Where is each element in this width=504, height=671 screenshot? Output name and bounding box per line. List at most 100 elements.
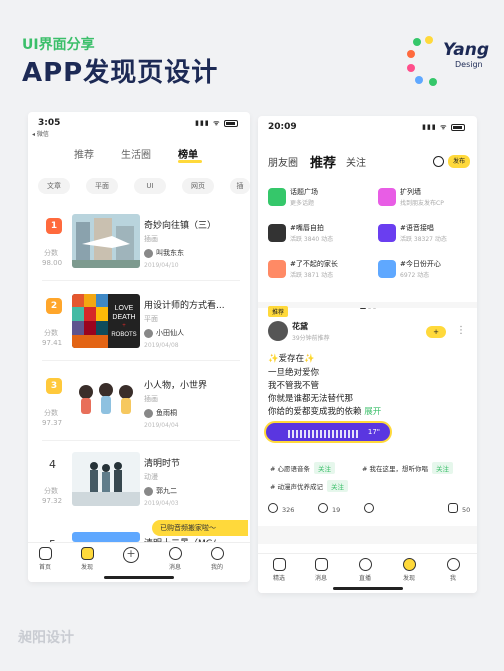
- topic-thumb-icon: [268, 260, 286, 278]
- score-label: 分数: [44, 409, 58, 417]
- hashtag-chip[interactable]: # 我在这里，想听你唱 关注: [362, 462, 454, 474]
- status-bar: 20:09 ▮▮▮ ᯤ: [258, 116, 477, 138]
- item-title: 奇妙向往镇（三）: [144, 221, 217, 231]
- comment-icon[interactable]: [318, 503, 328, 513]
- home-indicator: [104, 576, 174, 579]
- topic-card[interactable]: #今日份开心 6972 动态: [378, 258, 477, 282]
- chip-web[interactable]: 网页: [182, 178, 214, 194]
- item-title: 小人物，小世界: [144, 381, 208, 391]
- comment-count: 19: [332, 506, 341, 514]
- phone-ranking-screen: 3:05 ◂ 微信 ▮▮▮ ᯤ 推荐 生活圈 榜单 文章 平面 UI 网页 插 …: [28, 112, 250, 582]
- item-category: 平面: [144, 315, 158, 323]
- post-time: 39分钟前推荐: [292, 335, 330, 342]
- live-icon: [358, 558, 372, 571]
- list-item[interactable]: 3 分数 97.37 小人物，小世界 插画 鱼雨桐 2019/04/04: [28, 374, 250, 460]
- expand-link[interactable]: 展开: [364, 407, 381, 417]
- post-line: 一旦绝对爱你: [268, 368, 320, 378]
- section-gap: [258, 526, 477, 544]
- tab-follow[interactable]: 关注: [346, 154, 366, 169]
- tab-recommend[interactable]: 推荐: [310, 152, 336, 171]
- back-to-wechat[interactable]: ◂ 微信: [32, 129, 49, 138]
- thumbnail: LOVE DEATH + ROBOTS: [72, 294, 140, 348]
- avatar: [144, 328, 153, 338]
- item-category: 动漫: [144, 473, 158, 481]
- home-icon: [38, 547, 52, 560]
- topic-card[interactable]: 话题广场 更多话题: [268, 186, 368, 210]
- discover-icon: [402, 558, 416, 571]
- list-item[interactable]: 1 分数 98.00 奇妙向往镇（三） 插画 叫我东东 2019/04/10: [28, 214, 250, 300]
- bottom-tab-bar: 精选 消息 直播 发现 我: [258, 553, 477, 593]
- item-date: 2019/04/03: [144, 500, 179, 507]
- more-icon[interactable]: ⋮: [456, 325, 466, 336]
- thumbnail: [72, 532, 140, 542]
- tab-me[interactable]: 我的: [202, 547, 232, 571]
- tab-friends[interactable]: 朋友圈: [268, 154, 298, 169]
- gift-icon[interactable]: [448, 503, 458, 513]
- score-value: 97.32: [42, 497, 63, 505]
- topic-card[interactable]: #语音接唱 活跃 38327 动态: [378, 222, 477, 246]
- tab-life-circle[interactable]: 生活圈: [121, 146, 151, 161]
- tab-underline: [178, 160, 202, 163]
- tab-messages[interactable]: 消息: [160, 547, 190, 571]
- tab-discover[interactable]: 发现: [72, 547, 102, 571]
- item-author: 叫我东东: [144, 248, 184, 258]
- profile-icon: [446, 558, 460, 571]
- tab-live[interactable]: 直播: [350, 558, 380, 582]
- music-icon[interactable]: [433, 156, 444, 167]
- share-icon[interactable]: [364, 503, 374, 513]
- item-title: 清明时节: [144, 459, 181, 469]
- item-date: 2019/04/10: [144, 262, 179, 269]
- chip-article[interactable]: 文章: [38, 178, 70, 194]
- tab-ranking[interactable]: 榜单: [178, 146, 198, 161]
- watermark: 昶阳设计: [18, 630, 74, 646]
- featured-icon: [272, 558, 286, 571]
- avatar: [144, 486, 153, 496]
- hashtag-chip[interactable]: # 心愿语音条 关注: [270, 462, 336, 474]
- tab-featured[interactable]: 精选: [264, 558, 294, 582]
- follow-button[interactable]: +: [426, 326, 446, 338]
- topic-thumb-icon: [268, 224, 286, 242]
- tab-recommend[interactable]: 推荐: [74, 146, 94, 161]
- chip-ui[interactable]: UI: [134, 178, 166, 194]
- like-count: 326: [282, 506, 295, 514]
- page-indicator: [360, 294, 380, 309]
- score-label: 分数: [44, 329, 58, 337]
- rank-badge: 2: [46, 298, 62, 314]
- item-author: 小田仙人: [144, 328, 184, 338]
- gift-count: 50: [462, 506, 471, 514]
- tab-create[interactable]: +: [116, 547, 146, 565]
- hashtag-chip[interactable]: # 动漫声优养成记 关注: [270, 480, 349, 492]
- publish-button[interactable]: 发布: [448, 155, 470, 168]
- rank-badge: 3: [46, 378, 62, 394]
- brand-logo: Yang Design: [405, 30, 495, 90]
- topic-card[interactable]: #了不起的家长 活跃 3871 动态: [268, 258, 368, 282]
- avatar: [144, 408, 153, 418]
- hashtag-icon: [268, 188, 286, 206]
- like-icon[interactable]: [268, 503, 278, 513]
- tab-discover[interactable]: 发现: [394, 558, 424, 582]
- post-username[interactable]: 花黛: [292, 321, 308, 332]
- topic-card[interactable]: #嘴唇自拍 活跃 3840 动态: [268, 222, 368, 246]
- waveform-icon: [288, 430, 358, 438]
- plus-icon: +: [123, 547, 139, 563]
- status-time: 3:05: [38, 118, 61, 128]
- svg-text:LOVE: LOVE: [115, 305, 134, 312]
- section-gap: [258, 302, 477, 308]
- voice-message-player[interactable]: 17": [264, 421, 392, 443]
- avatar[interactable]: [268, 321, 288, 341]
- chip-illustration[interactable]: 插: [230, 178, 250, 194]
- tab-home[interactable]: 首页: [30, 547, 60, 571]
- page-subtitle: UI界面分享: [22, 37, 95, 53]
- chip-graphic[interactable]: 平面: [86, 178, 118, 194]
- notice-toast[interactable]: 已购音频搬家啦～: [152, 520, 248, 536]
- thumbnail: [72, 214, 140, 268]
- item-date: 2019/04/08: [144, 342, 179, 349]
- avatar: [144, 248, 153, 258]
- tab-me[interactable]: 我: [438, 558, 468, 582]
- tab-messages[interactable]: 消息: [306, 558, 336, 582]
- topic-card[interactable]: 扩列墙 找到朋友发布CP: [378, 186, 477, 210]
- post-line: 我不管我不管: [268, 381, 320, 391]
- list-item[interactable]: 2 分数 97.41 LOVE DEATH + ROBOTS 用设计师的方式看... …: [28, 294, 250, 380]
- post-line: 你就是谁都无法替代那: [268, 394, 354, 404]
- profile-icon: [210, 547, 224, 560]
